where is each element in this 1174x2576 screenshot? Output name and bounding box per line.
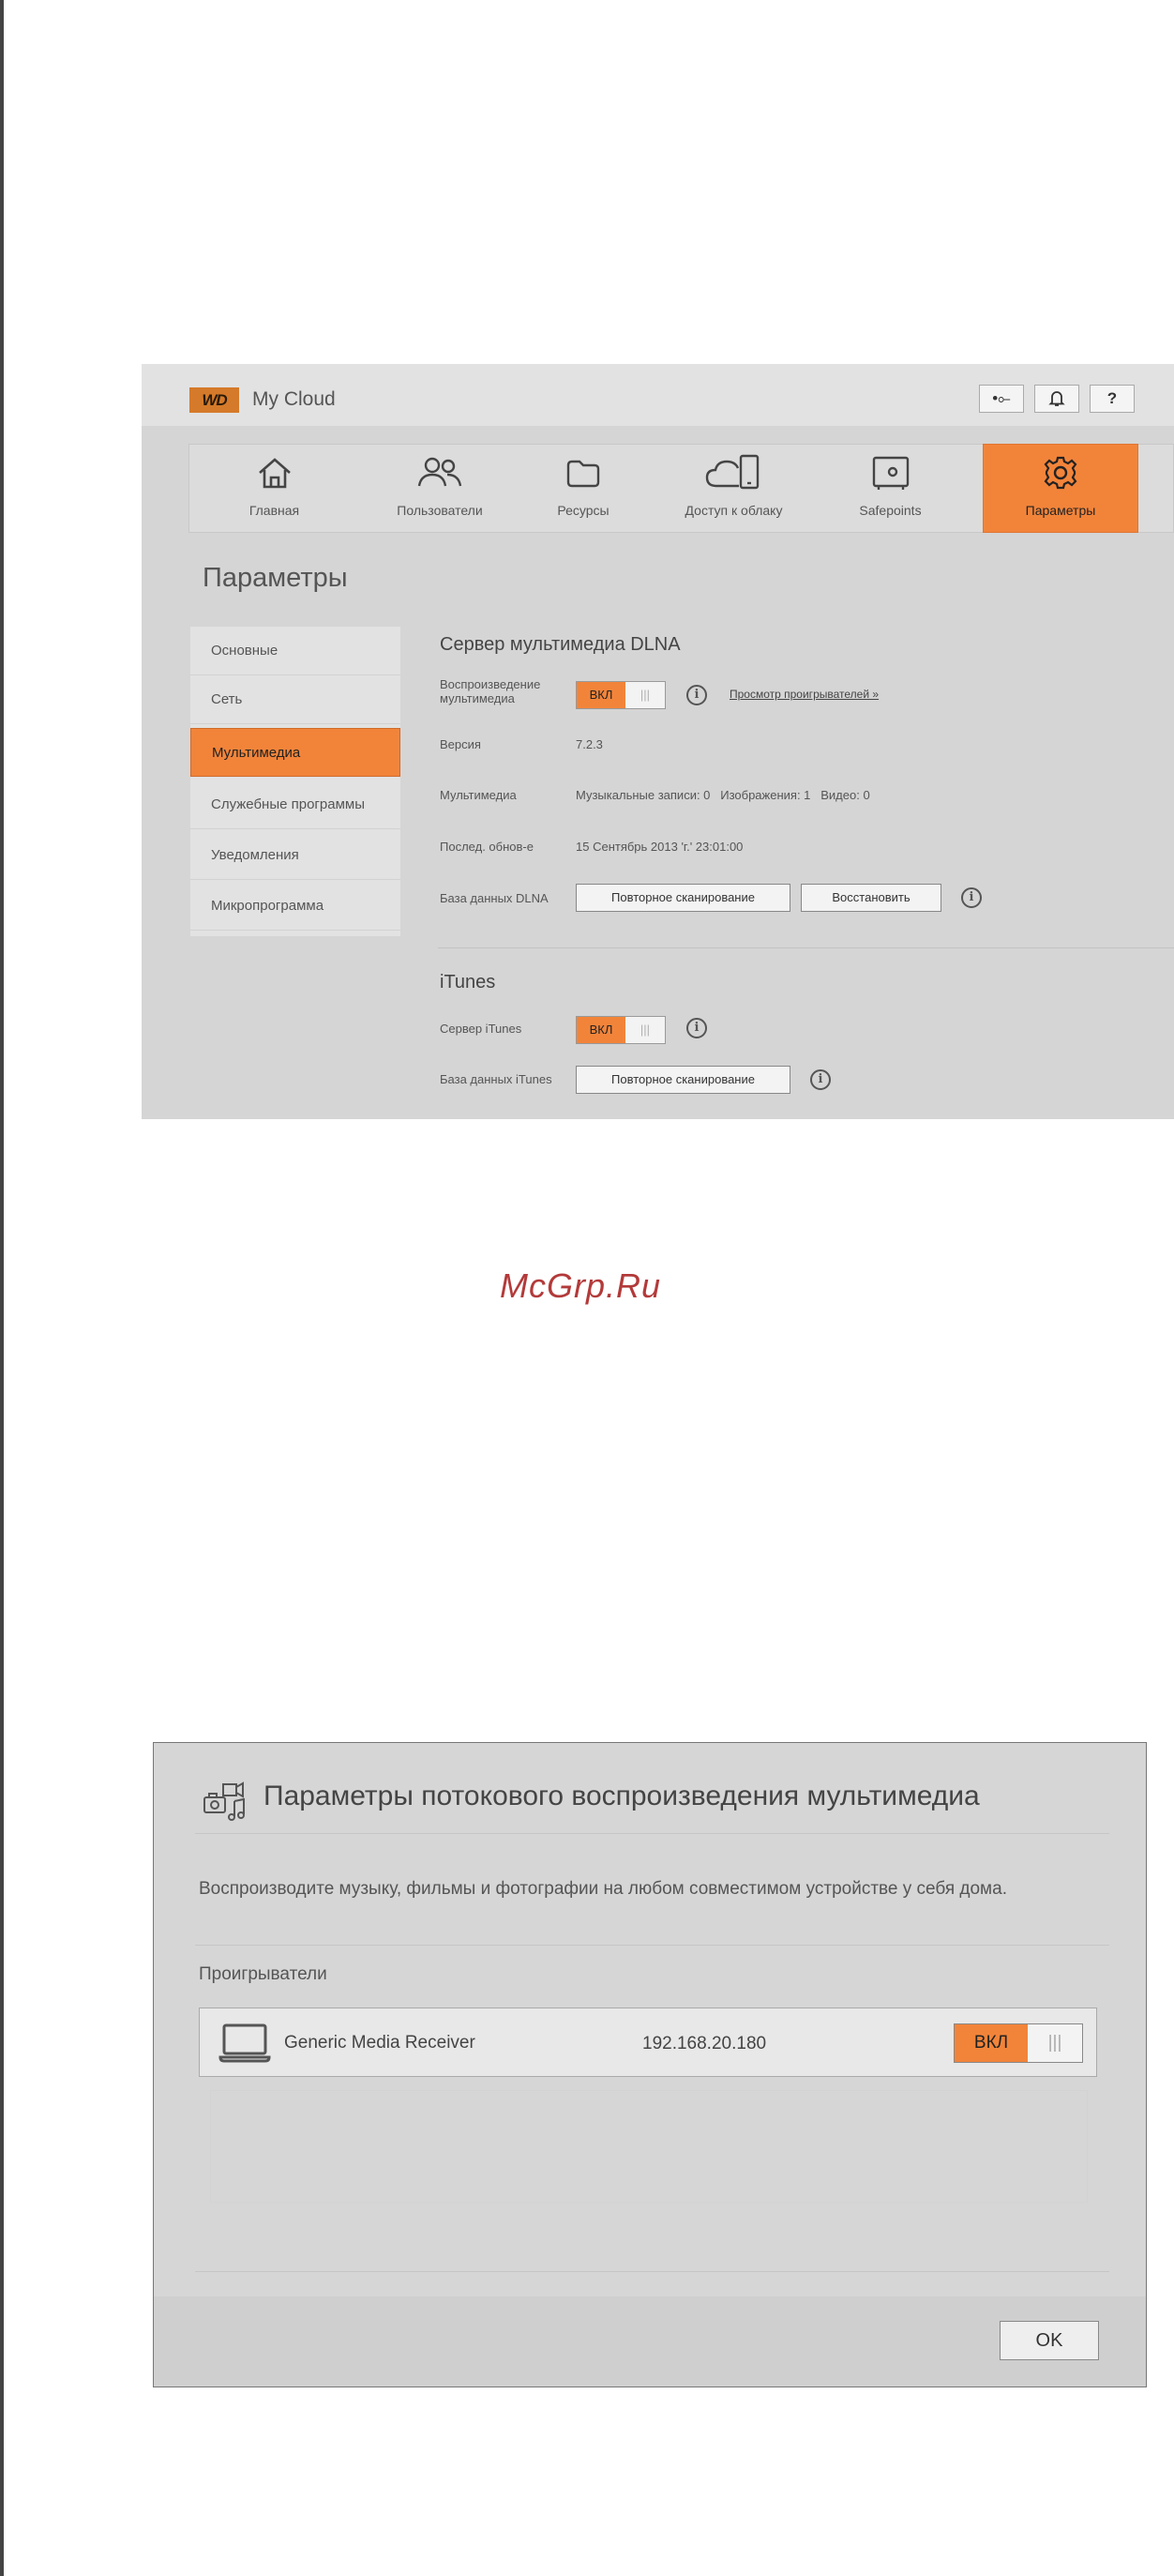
nav-item-safepoints[interactable]: Safepoints <box>821 445 959 532</box>
safe-icon <box>872 456 909 490</box>
media-label: Мультимедиа <box>440 788 517 802</box>
divider <box>195 1945 1109 1946</box>
sidebar-item-utilities[interactable]: Служебные программы <box>190 780 400 829</box>
usb-button[interactable]: •⟜ <box>979 385 1024 413</box>
nav-label: Параметры <box>1025 503 1096 518</box>
nav-label: Ресурсы <box>557 503 610 518</box>
playback-toggle[interactable]: ВКЛ ||| <box>576 681 666 709</box>
player-toggle[interactable]: ВКЛ ||| <box>954 2023 1083 2063</box>
nav-label: Пользователи <box>397 503 483 518</box>
dlna-restore-button[interactable]: Восстановить <box>801 884 941 912</box>
toggle-grip: ||| <box>640 688 651 702</box>
gear-icon <box>1044 456 1077 490</box>
usb-icon: •⟜ <box>992 389 1011 407</box>
player-row: Generic Media Receiver 192.168.20.180 ВК… <box>199 2008 1097 2077</box>
watermark: McGrp.Ru <box>500 1266 662 1305</box>
toggle-on-label: ВКЛ <box>955 2024 1028 2062</box>
cloud-device-icon <box>705 454 759 490</box>
empty-list-area <box>210 2090 1088 2203</box>
dlna-rescan-button[interactable]: Повторное сканирование <box>576 884 790 912</box>
version-value: 7.2.3 <box>576 737 603 751</box>
bell-icon <box>1048 391 1065 406</box>
nav-item-users[interactable]: Пользователи <box>359 445 520 532</box>
users-icon <box>417 457 462 487</box>
nav-label: Доступ к облаку <box>685 503 783 518</box>
sidebar-item-media[interactable]: Мультимедиа <box>190 728 400 777</box>
brand-name: My Cloud <box>252 388 336 410</box>
version-label: Версия <box>440 737 481 751</box>
laptop-icon <box>218 2023 271 2063</box>
view-players-link[interactable]: Просмотр проигрывателей » <box>730 688 879 701</box>
playback-label: Воспроизведение мультимедиа <box>440 677 541 705</box>
info-icon[interactable]: i <box>961 887 982 908</box>
divider <box>195 2271 1109 2272</box>
info-icon[interactable]: i <box>686 1018 707 1038</box>
ok-button[interactable]: OK <box>1000 2321 1099 2360</box>
section-divider <box>438 947 1174 948</box>
dlna-section-title: Сервер мультимедиа DLNA <box>440 634 681 655</box>
toggle-grip: ||| <box>640 1023 651 1037</box>
media-streaming-icon <box>203 1781 245 1821</box>
divider <box>195 1833 1109 1834</box>
page-title: Параметры <box>203 563 348 593</box>
mycloud-settings-screen: WD My Cloud •⟜ ? Главная Пользователи Ре… <box>142 364 1174 1119</box>
players-heading: Проигрыватели <box>199 1964 327 1984</box>
page-left-border <box>0 0 4 2576</box>
media-counts: Музыкальные записи: 0 Изображения: 1 Вид… <box>576 788 870 802</box>
nav-item-home[interactable]: Главная <box>189 445 359 532</box>
wd-logo: WD <box>189 387 239 413</box>
sidebar-item-general[interactable]: Основные <box>190 627 400 675</box>
main-nav: Главная Пользователи Ресурсы Доступ к об… <box>188 444 1174 533</box>
player-ip: 192.168.20.180 <box>642 2034 767 2053</box>
help-icon: ? <box>1106 389 1118 407</box>
notifications-button[interactable] <box>1034 385 1079 413</box>
itunes-server-label: Сервер iTunes <box>440 1022 522 1036</box>
dialog-description: Воспроизводите музыку, фильмы и фотограф… <box>199 1879 1007 1899</box>
itunes-section-title: iTunes <box>440 972 496 993</box>
toggle-on-label: ВКЛ <box>577 1017 625 1043</box>
nav-label: Главная <box>248 503 300 518</box>
sidebar-item-notifications[interactable]: Уведомления <box>190 831 400 880</box>
player-name: Generic Media Receiver <box>284 2033 475 2053</box>
itunes-db-label: База данных iTunes <box>440 1072 552 1086</box>
last-update-label: Послед. обнов-е <box>440 840 534 854</box>
top-bar: WD My Cloud •⟜ ? <box>142 364 1174 426</box>
help-button[interactable]: ? <box>1090 385 1135 413</box>
dlna-db-label: База данных DLNA <box>440 891 549 905</box>
home-icon <box>258 458 291 489</box>
nav-item-shares[interactable]: Ресурсы <box>520 445 646 532</box>
info-icon[interactable]: i <box>810 1069 831 1090</box>
dialog-footer: OK <box>154 2296 1146 2387</box>
last-update-value: 15 Сентябрь 2013 'г.' 23:01:00 <box>576 840 744 854</box>
nav-item-cloud-access[interactable]: Доступ к облаку <box>646 445 821 532</box>
toggle-grip: ||| <box>1047 2033 1062 2053</box>
itunes-server-toggle[interactable]: ВКЛ ||| <box>576 1016 666 1044</box>
media-streaming-dialog: Параметры потокового воспроизведения мул… <box>153 1742 1147 2387</box>
toggle-on-label: ВКЛ <box>577 682 625 708</box>
folder-icon <box>566 460 600 488</box>
sidebar-item-firmware[interactable]: Микропрограмма <box>190 882 400 931</box>
nav-item-settings[interactable]: Параметры <box>983 444 1138 533</box>
dialog-title: Параметры потокового воспроизведения мул… <box>263 1780 980 1811</box>
info-icon[interactable]: i <box>686 685 707 705</box>
itunes-rescan-button[interactable]: Повторное сканирование <box>576 1066 790 1094</box>
sidebar-item-network[interactable]: Сеть <box>190 675 400 724</box>
nav-label: Safepoints <box>859 503 922 518</box>
settings-sidebar: Основные Сеть Мультимедиа Служебные прог… <box>190 627 400 936</box>
